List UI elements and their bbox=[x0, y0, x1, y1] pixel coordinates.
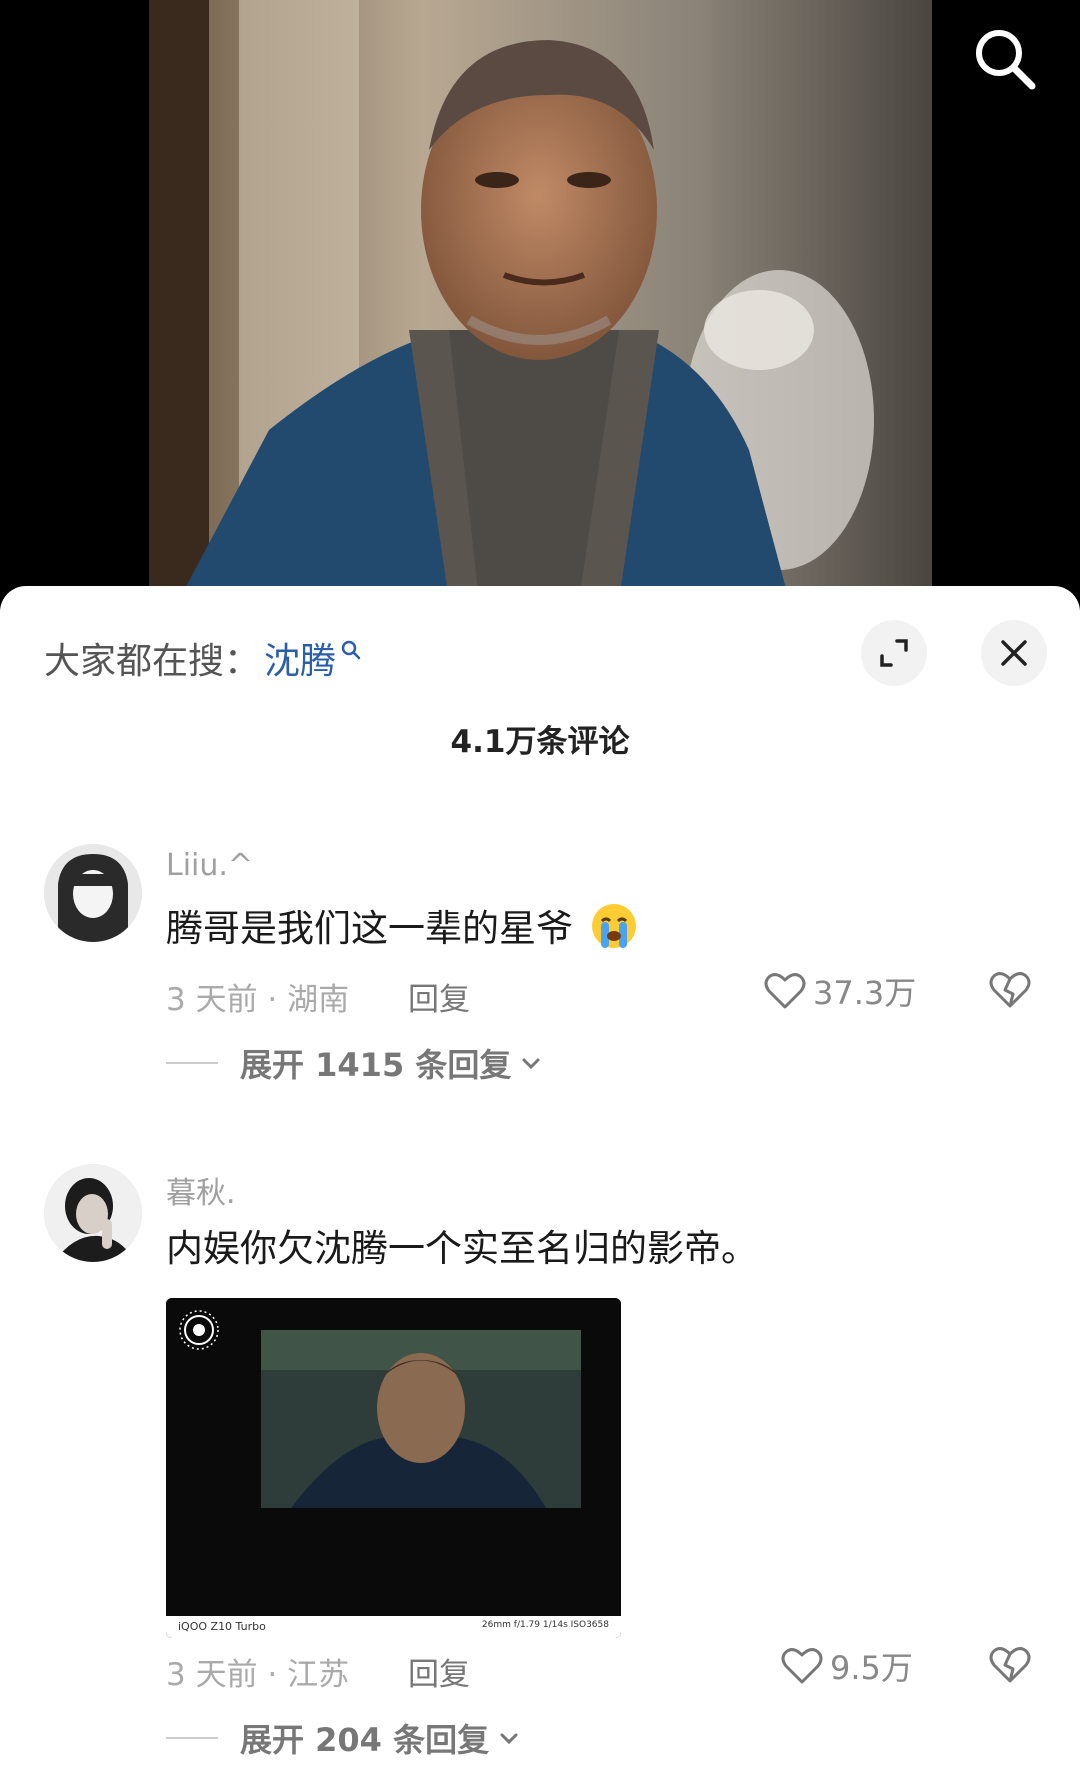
expand-replies-label: 展开 1415 条回复 bbox=[240, 1046, 512, 1084]
username[interactable]: Liiu.^ bbox=[166, 848, 253, 883]
crying-face-emoji-icon bbox=[589, 901, 639, 960]
avatar[interactable] bbox=[44, 1164, 142, 1262]
photo-device-caption: iQOO Z10 Turbo bbox=[178, 1620, 266, 1633]
comment-item: 暮秋. 内娱你欠沈腾一个实至名归的影帝。 iQOO Z10 Turbo 26mm… bbox=[0, 1164, 1080, 1784]
mini-search-icon bbox=[340, 629, 362, 670]
dislike-button[interactable] bbox=[988, 1643, 1032, 1691]
hot-search-prefix: 大家都在搜： bbox=[44, 641, 261, 682]
dislike-button[interactable] bbox=[988, 968, 1032, 1016]
video-player[interactable] bbox=[0, 0, 1080, 600]
close-icon bbox=[1001, 640, 1027, 666]
divider bbox=[166, 1737, 218, 1739]
video-frame bbox=[149, 0, 932, 600]
chevron-down-icon bbox=[522, 1058, 540, 1070]
avatar[interactable] bbox=[44, 844, 142, 942]
expand-replies-label: 展开 204 条回复 bbox=[240, 1721, 490, 1759]
like-button[interactable]: 9.5万 bbox=[780, 1643, 913, 1689]
photo-exif-caption: 26mm f/1.79 1/14s ISO3658 bbox=[481, 1620, 609, 1630]
search-icon[interactable] bbox=[970, 24, 1040, 94]
expand-sheet-button[interactable] bbox=[861, 620, 927, 686]
comment-text: 腾哥是我们这一辈的星爷 bbox=[166, 898, 639, 960]
comment-count: 4.1万条评论 bbox=[450, 724, 630, 760]
hot-search-term[interactable]: 沈腾 bbox=[264, 632, 336, 684]
expand-replies-button[interactable]: 展开 204 条回复 bbox=[166, 1715, 521, 1761]
username[interactable]: 暮秋. bbox=[166, 1168, 236, 1212]
broken-heart-icon bbox=[989, 972, 1031, 1008]
divider bbox=[166, 1062, 218, 1064]
time-location: 3 天前 · 湖南 bbox=[166, 982, 350, 1018]
close-button[interactable] bbox=[981, 620, 1047, 686]
comment-body: 腾哥是我们这一辈的星爷 bbox=[166, 907, 573, 950]
like-count: 37.3万 bbox=[813, 974, 917, 1012]
reply-button[interactable]: 回复 bbox=[408, 974, 470, 1019]
broken-heart-icon bbox=[989, 1647, 1031, 1683]
like-count: 9.5万 bbox=[830, 1649, 913, 1687]
video-still bbox=[149, 0, 932, 600]
comment-item: Liiu.^ 腾哥是我们这一辈的星爷 3 天前 · 湖南 回复 37.3万 展开… bbox=[0, 844, 1080, 1104]
expand-replies-button[interactable]: 展开 1415 条回复 bbox=[166, 1040, 543, 1086]
heart-icon bbox=[764, 973, 806, 1009]
comment-text: 内娱你欠沈腾一个实至名归的影帝。 bbox=[166, 1227, 758, 1270]
comment-photo[interactable]: iQOO Z10 Turbo 26mm f/1.79 1/14s ISO3658 bbox=[166, 1298, 621, 1638]
reply-button[interactable]: 回复 bbox=[408, 1649, 470, 1694]
comments-sheet: 大家都在搜： 沈腾 4.1万条评论 Liiu.^ 腾哥是我们这一辈的星爷 3 天… bbox=[0, 586, 1080, 1791]
heart-icon bbox=[781, 1648, 823, 1684]
like-button[interactable]: 37.3万 bbox=[763, 968, 916, 1014]
chevron-down-icon bbox=[500, 1733, 518, 1745]
expand-icon bbox=[880, 639, 908, 667]
time-location: 3 天前 · 江苏 bbox=[166, 1657, 350, 1693]
hot-search-bar[interactable]: 大家都在搜： 沈腾 bbox=[44, 630, 362, 686]
